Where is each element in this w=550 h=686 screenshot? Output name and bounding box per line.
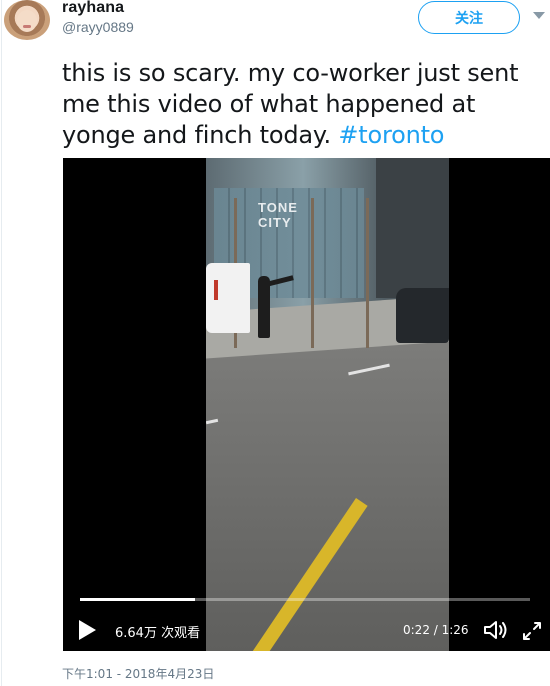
- building-sign: TONE CITY: [258, 200, 298, 230]
- volume-icon-graphic: [484, 621, 507, 639]
- video-frame: TONE CITY: [206, 158, 449, 651]
- tweet-header: rayhana @rayy0889 关注: [0, 0, 550, 52]
- van: [206, 263, 250, 333]
- video-player[interactable]: TONE CITY 6.64万 次观看 0:22 / 1:26: [63, 158, 550, 651]
- avatar-lips: [23, 25, 31, 28]
- chevron-down-icon[interactable]: [533, 12, 545, 19]
- tree: [366, 198, 369, 348]
- user-avatar[interactable]: [4, 0, 50, 40]
- tweet-timestamp[interactable]: 下午1:01 - 2018年4月23日: [62, 665, 214, 682]
- follow-button[interactable]: 关注: [418, 1, 520, 34]
- view-count: 6.64万 次观看: [115, 626, 201, 641]
- hashtag-link[interactable]: #toronto: [338, 121, 444, 149]
- tree: [311, 198, 314, 348]
- fullscreen-icon[interactable]: [521, 620, 543, 642]
- van-stripe: [214, 280, 218, 300]
- progress-bar[interactable]: [80, 598, 530, 601]
- volume-icon[interactable]: [483, 619, 511, 641]
- building-dark: [376, 158, 449, 298]
- tweet-text: this is so scary. my co-worker just sent…: [62, 58, 542, 151]
- progress-fill: [80, 598, 196, 601]
- fullscreen-icon-graphic: [523, 622, 541, 640]
- play-icon[interactable]: [79, 620, 96, 640]
- man-figure: [258, 276, 270, 338]
- time-display: 0:22 / 1:26: [403, 623, 469, 637]
- tweet-divider: [1, 0, 2, 686]
- display-name[interactable]: rayhana: [62, 0, 124, 17]
- road: [206, 333, 449, 651]
- car: [396, 288, 449, 343]
- user-handle[interactable]: @rayy0889: [62, 19, 134, 35]
- tweet-body: this is so scary. my co-worker just sent…: [62, 59, 519, 149]
- avatar-face: [17, 10, 37, 32]
